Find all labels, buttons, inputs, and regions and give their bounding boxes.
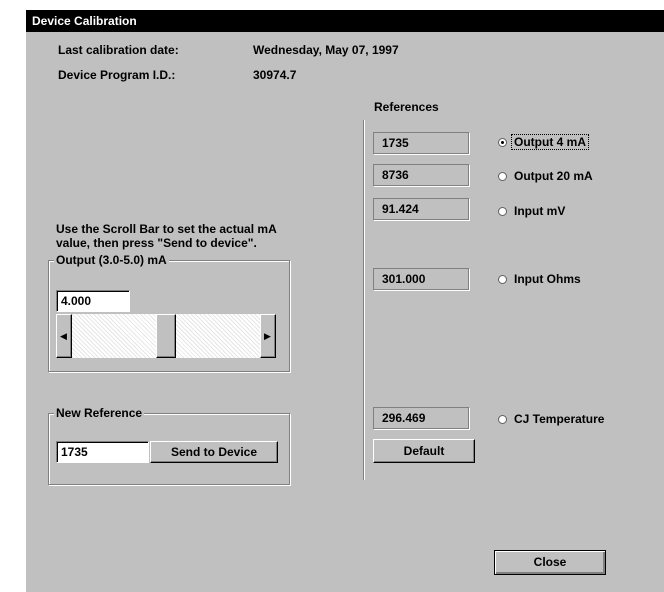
radio-selected-icon bbox=[498, 138, 507, 147]
references-label: References bbox=[374, 100, 439, 114]
title-bar[interactable]: Device Calibration bbox=[26, 10, 664, 32]
radio-output-4ma-label: Output 4 mA bbox=[511, 134, 589, 150]
reference-cj-temperature-value: 296.469 bbox=[373, 407, 469, 429]
close-button[interactable]: Close bbox=[494, 550, 606, 575]
instruction-line-1: Use the Scroll Bar to set the actual mA bbox=[56, 222, 277, 236]
device-calibration-window: Device Calibration Last calibration date… bbox=[26, 10, 664, 592]
radio-input-mv-label: Input mV bbox=[514, 204, 566, 218]
new-reference-group-label: New Reference bbox=[54, 406, 145, 420]
vertical-divider bbox=[363, 120, 364, 480]
arrow-left-icon: ◀ bbox=[60, 331, 67, 341]
scrollbar-thumb[interactable] bbox=[156, 314, 176, 358]
radio-unselected-icon bbox=[498, 207, 507, 216]
window-title: Device Calibration bbox=[32, 14, 137, 28]
output-scrollbar[interactable]: ◀ ▶ bbox=[56, 314, 276, 358]
reference-input-ohms-value: 301.000 bbox=[373, 268, 469, 290]
last-calibration-label: Last calibration date: bbox=[58, 43, 179, 57]
reference-output-20ma-value: 8736 bbox=[373, 164, 469, 186]
radio-output-20ma-label: Output 20 mA bbox=[514, 169, 593, 183]
scroll-right-button[interactable]: ▶ bbox=[260, 314, 276, 358]
scroll-left-button[interactable]: ◀ bbox=[56, 314, 72, 358]
new-reference-field[interactable]: 1735 bbox=[56, 441, 149, 463]
radio-unselected-icon bbox=[498, 172, 507, 181]
program-id-label: Device Program I.D.: bbox=[58, 68, 176, 82]
radio-unselected-icon bbox=[498, 275, 507, 284]
last-calibration-value: Wednesday, May 07, 1997 bbox=[253, 43, 399, 57]
radio-cj-temperature-label: CJ Temperature bbox=[514, 412, 605, 426]
output-value-field[interactable]: 4.000 bbox=[56, 290, 130, 312]
radio-input-ohms-label: Input Ohms bbox=[514, 272, 581, 286]
reference-input-mv-value: 91.424 bbox=[373, 198, 469, 220]
arrow-right-icon: ▶ bbox=[264, 331, 271, 341]
reference-output-4ma-value: 1735 bbox=[373, 132, 469, 154]
radio-unselected-icon bbox=[498, 415, 507, 424]
default-button[interactable]: Default bbox=[373, 439, 475, 463]
output-group-label: Output (3.0-5.0) mA bbox=[54, 253, 169, 267]
program-id-value: 30974.7 bbox=[253, 68, 297, 82]
send-to-device-button[interactable]: Send to Device bbox=[150, 441, 278, 463]
instruction-line-2: value, then press "Send to device". bbox=[56, 236, 257, 250]
